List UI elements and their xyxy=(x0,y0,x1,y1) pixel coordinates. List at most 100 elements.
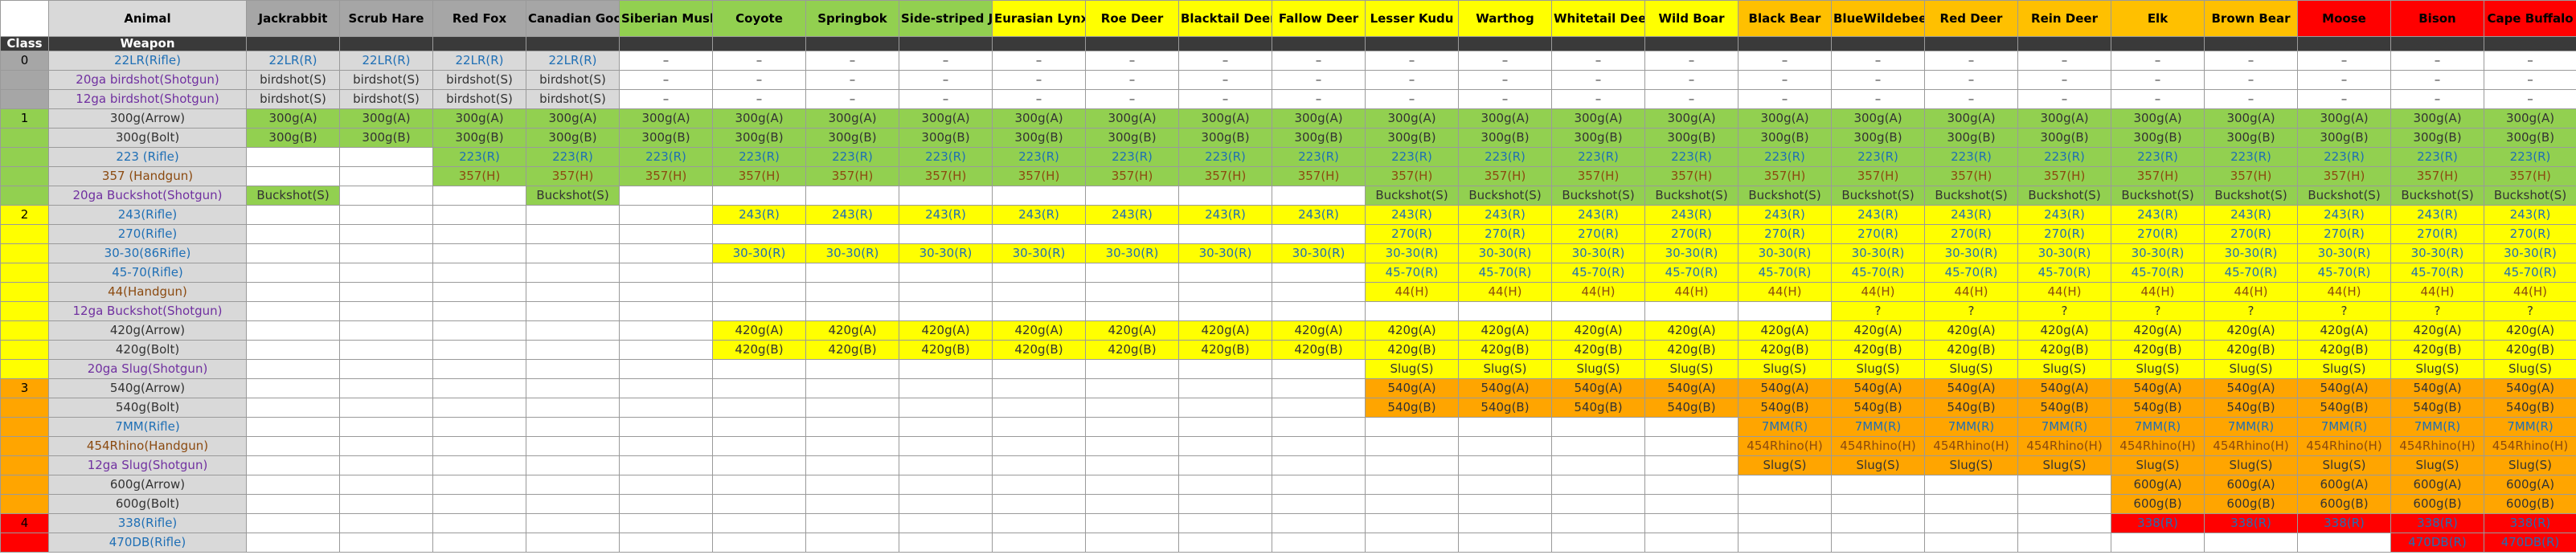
weapon-cell: 12ga Buckshot(Shotgun) xyxy=(48,300,247,321)
ammo-cell: birdshot(S) xyxy=(246,88,340,109)
table-row: 600g(Bolt) 600g(B) 600g(B) 600g(B) 600g(B) 60… xyxy=(0,493,2576,514)
ammo-cell xyxy=(339,165,433,186)
ammo-cell: 243(R) xyxy=(1738,204,1832,225)
ammo-cell: Slug(S) xyxy=(2204,455,2298,475)
ammo-cell: 45-70(R) xyxy=(2111,262,2205,283)
ammo-cell xyxy=(432,223,526,244)
ammo-cell xyxy=(526,281,620,302)
ammo-cell: 270(R) xyxy=(1831,223,1925,244)
ammo-cell xyxy=(1085,185,1179,206)
ammo-cell: 44(H) xyxy=(2204,281,2298,302)
ammo-cell: 357(H) xyxy=(1458,165,1552,186)
ammo-cell: 454Rhino(H) xyxy=(2204,435,2298,456)
ammo-cell xyxy=(526,262,620,283)
ammo-cell: 300g(A) xyxy=(2017,108,2111,129)
class-cell xyxy=(0,532,49,553)
weapon-header: Weapon xyxy=(48,36,247,51)
ammo-cell xyxy=(992,223,1086,244)
ammo-cell: Slug(S) xyxy=(2017,358,2111,379)
ammo-cell xyxy=(526,204,620,225)
ammo-cell xyxy=(432,339,526,360)
ammo-cell xyxy=(899,416,993,437)
ammo-cell xyxy=(1551,474,1645,495)
ammo-cell xyxy=(339,493,433,514)
ammo-cell xyxy=(432,493,526,514)
animal-column-header: Elk xyxy=(2111,0,2205,37)
ammo-cell: – xyxy=(2017,88,2111,109)
class-cell xyxy=(0,262,49,283)
ammo-cell: 44(H) xyxy=(1458,281,1552,302)
ammo-cell xyxy=(619,377,713,398)
ammo-cell xyxy=(1272,223,1366,244)
ammo-cell: 300g(A) xyxy=(1178,108,1272,129)
ammo-cell: 243(R) xyxy=(1365,204,1459,225)
ammo-cell xyxy=(339,300,433,321)
ammo-cell: 540g(A) xyxy=(2390,377,2484,398)
ammo-cell: 600g(A) xyxy=(2297,474,2391,495)
ammo-cell xyxy=(805,532,899,553)
ammo-cell xyxy=(1272,185,1366,206)
ammo-cell xyxy=(432,300,526,321)
ammo-cell xyxy=(246,532,340,553)
animal-column-header: Blacktail Deer xyxy=(1178,0,1272,37)
class-cell xyxy=(0,493,49,514)
ammo-cell: 420g(A) xyxy=(1458,320,1552,341)
ammo-cell xyxy=(339,512,433,533)
ammo-cell: 357(H) xyxy=(1178,165,1272,186)
ammo-cell: 420g(B) xyxy=(1272,339,1366,360)
ammo-cell xyxy=(992,493,1086,514)
ammo-cell xyxy=(246,281,340,302)
animal-column-header: Warthog xyxy=(1458,0,1552,37)
ammo-cell: 300g(A) xyxy=(526,108,620,129)
table-row: 0 22LR(Rifle) 22LR(R) 22LR(R) 22LR(R) 22LR(R)… xyxy=(0,50,2576,71)
ammo-cell: 44(H) xyxy=(1365,281,1459,302)
ammo-cell: 270(R) xyxy=(1365,223,1459,244)
ammo-cell: – xyxy=(1831,50,1925,71)
weapon-cell: 300g(Arrow) xyxy=(48,108,247,129)
class-cell xyxy=(0,416,49,437)
ammo-cell: 270(R) xyxy=(2390,223,2484,244)
ammo-cell: 470DB(R) xyxy=(2484,532,2576,553)
ammo-cell xyxy=(1178,512,1272,533)
ammo-cell: 223(R) xyxy=(2111,146,2205,167)
ammo-cell xyxy=(992,512,1086,533)
ammo-cell xyxy=(899,397,993,418)
ammo-cell: ? xyxy=(2204,300,2298,321)
ammo-cell xyxy=(1272,300,1366,321)
ammo-cell: 357(H) xyxy=(2297,165,2391,186)
ammo-cell: 420g(A) xyxy=(2017,320,2111,341)
ammo-cell: – xyxy=(2390,88,2484,109)
ammo-cell: 420g(A) xyxy=(2297,320,2391,341)
ammo-cell xyxy=(1085,358,1179,379)
ammo-cell xyxy=(1738,474,1832,495)
ammo-cell: 420g(A) xyxy=(1085,320,1179,341)
ammo-cell: 243(R) xyxy=(1644,204,1738,225)
ammo-cell: ? xyxy=(2017,300,2111,321)
ammo-cell: Buckshot(S) xyxy=(2297,185,2391,206)
table-row: 540g(Bolt) 540g(B) 540g(B) 540g(B) 540g(B) 54… xyxy=(0,397,2576,418)
ammo-cell xyxy=(1738,512,1832,533)
ammo-cell: 540g(B) xyxy=(1831,397,1925,418)
ammo-cell: 540g(A) xyxy=(1831,377,1925,398)
ammo-cell: 300g(A) xyxy=(2204,108,2298,129)
ammo-cell: 223(R) xyxy=(992,146,1086,167)
ammo-cell: 300g(B) xyxy=(2390,127,2484,148)
ammo-cell: 45-70(R) xyxy=(2297,262,2391,283)
ammo-cell xyxy=(1272,281,1366,302)
ammo-cell xyxy=(992,532,1086,553)
ammo-cell: – xyxy=(1551,69,1645,90)
ammo-cell: 300g(A) xyxy=(2111,108,2205,129)
ammo-cell xyxy=(432,204,526,225)
ammo-cell xyxy=(246,474,340,495)
ammo-cell xyxy=(619,223,713,244)
ammo-cell xyxy=(1644,455,1738,475)
band-cell xyxy=(2111,36,2205,51)
ammo-cell: – xyxy=(2390,69,2484,90)
ammo-cell xyxy=(246,397,340,418)
ammo-cell: 223(R) xyxy=(2017,146,2111,167)
ammo-cell xyxy=(526,455,620,475)
ammo-cell xyxy=(712,377,806,398)
class-cell xyxy=(0,185,49,206)
class-cell xyxy=(0,223,49,244)
ammo-cell: – xyxy=(1085,50,1179,71)
